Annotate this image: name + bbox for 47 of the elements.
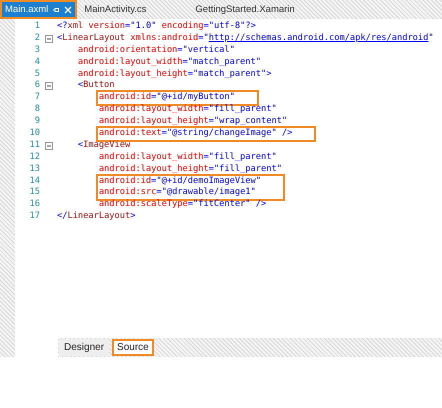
code-line: android:id="@+id/myButton" <box>98 92 235 104</box>
code-line: <ImageView <box>78 140 132 152</box>
collapse-icon[interactable] <box>44 82 52 90</box>
close-icon[interactable] <box>64 6 72 14</box>
pin-icon[interactable] <box>52 6 60 14</box>
code-line: </LinearLayout> <box>57 211 136 224</box>
code-line: android:orientation="vertical" <box>78 44 236 57</box>
code-line: <?xml version="1.0" encoding="utf-8"?> <box>57 21 257 33</box>
code-line: android:layout_width="fill_parent" <box>98 152 278 164</box>
collapse-icon[interactable] <box>44 34 52 43</box>
line-number: 16 <box>28 199 40 212</box>
view-tab[interactable]: Source <box>112 339 154 356</box>
line-number: 9 <box>34 116 40 128</box>
line-number: 8 <box>34 104 40 116</box>
document-tab[interactable]: GettingStarted.Xamarin <box>190 0 309 19</box>
line-number: 12 <box>28 152 40 164</box>
tab-label: Main.axml <box>5 4 48 15</box>
code-line: android:layout_height="match_parent"> <box>78 68 272 80</box>
code-line: android:layout_width="match_parent" <box>78 56 262 69</box>
line-number: 1 <box>34 21 40 33</box>
tab-label: GettingStarted.Xamarin <box>195 4 295 15</box>
line-number: 2 <box>34 32 40 45</box>
code-line: android:src="@drawable/image1" <box>98 187 257 199</box>
code-line: android:text="@string/changeImage" /> <box>98 128 292 140</box>
line-number: 13 <box>28 164 40 176</box>
line-number: 3 <box>34 44 40 57</box>
code-line: <Button <box>78 80 116 92</box>
code-line: android:scaleType="fitCenter" /> <box>98 199 268 211</box>
code-line: android:layout_height="fill_parent" <box>98 164 283 176</box>
line-number: 10 <box>28 128 40 140</box>
document-tab[interactable]: MainActivity.cs <box>79 0 160 19</box>
document-tab[interactable]: Main.axml <box>0 0 78 19</box>
line-number: 15 <box>28 187 40 200</box>
line-number: 17 <box>28 211 40 224</box>
code-line: android:id="@+id/demoImageView" <box>98 176 261 187</box>
line-number: 4 <box>34 56 40 69</box>
line-number: 11 <box>28 140 40 152</box>
collapse-icon[interactable] <box>44 142 52 150</box>
code-line: android:layout_height="wrap_content" <box>98 116 288 128</box>
code-line: <LinearLayout xmlns:android="http://schemas.android.com/apk/res/android" <box>57 32 434 45</box>
code-line: android:layout_width="fill_parent" <box>98 104 278 116</box>
line-number: 6 <box>34 80 40 92</box>
view-tab[interactable]: Designer <box>59 339 110 356</box>
line-number: 5 <box>34 68 40 80</box>
line-number: 14 <box>28 176 40 188</box>
tab-label: MainActivity.cs <box>84 4 146 15</box>
line-number: 7 <box>34 92 40 104</box>
